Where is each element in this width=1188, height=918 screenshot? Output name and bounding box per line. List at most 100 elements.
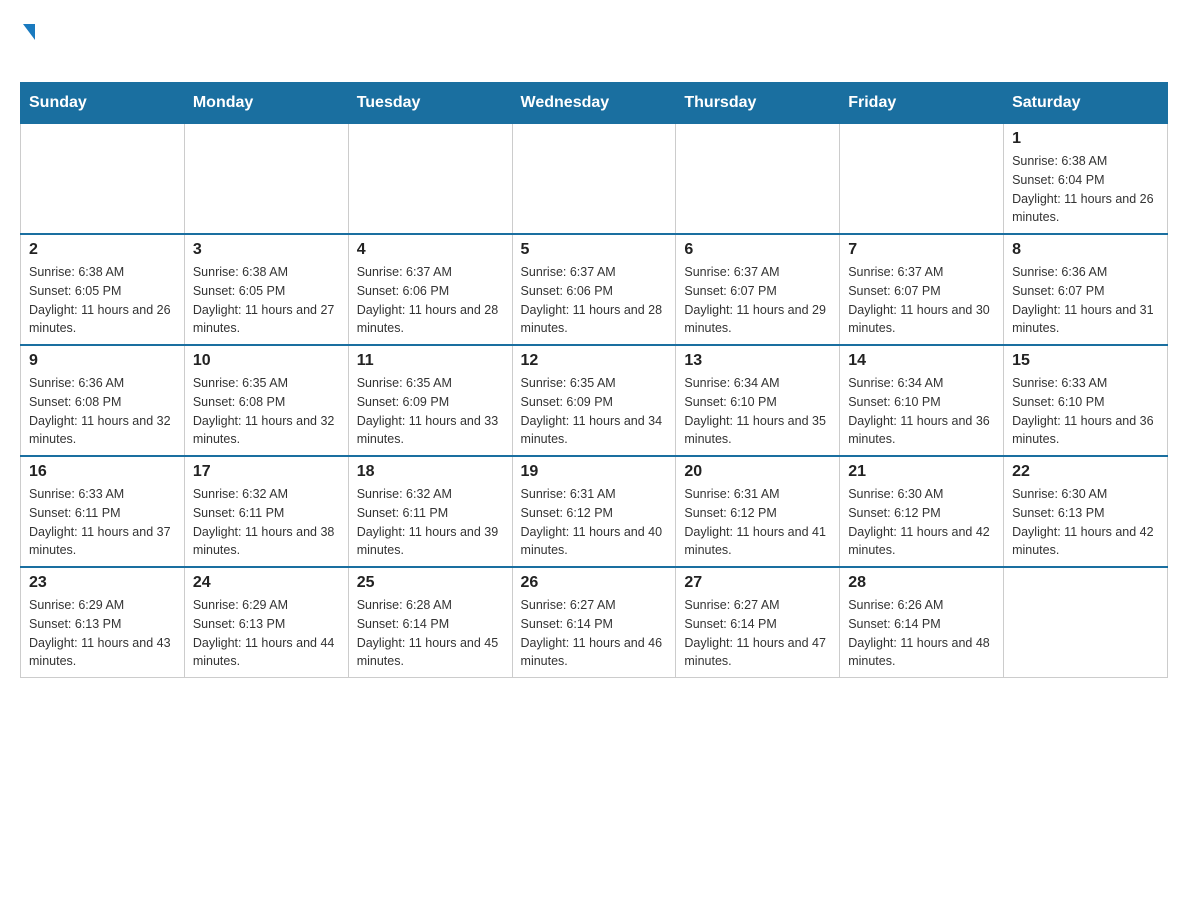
logo-arrow-icon xyxy=(23,24,35,40)
day-number: 3 xyxy=(193,241,340,259)
calendar-cell: 27Sunrise: 6:27 AMSunset: 6:14 PMDayligh… xyxy=(676,567,840,678)
weekday-header-saturday: Saturday xyxy=(1004,83,1168,123)
day-number: 2 xyxy=(29,241,176,259)
weekday-header-row: SundayMondayTuesdayWednesdayThursdayFrid… xyxy=(21,83,1168,123)
day-info: Sunrise: 6:32 AMSunset: 6:11 PMDaylight:… xyxy=(357,485,504,560)
day-number: 1 xyxy=(1012,130,1159,148)
calendar-cell: 22 Sunrise: 6:30 AMSunset: 6:13 PMDayligh… xyxy=(1004,456,1168,567)
day-number: 25 xyxy=(357,574,504,592)
calendar-week-row: 9 Sunrise: 6:36 AMSunset: 6:08 PMDaylight… xyxy=(21,345,1168,456)
calendar-cell: 19 Sunrise: 6:31 AMSunset: 6:12 PMDayligh… xyxy=(512,456,676,567)
day-number: 4 xyxy=(357,241,504,259)
calendar-cell: 14 Sunrise: 6:34 AMSunset: 6:10 PMDayligh… xyxy=(840,345,1004,456)
calendar-cell: 6 Sunrise: 6:37 AMSunset: 6:07 PMDaylight… xyxy=(676,234,840,345)
calendar-cell: 2 Sunrise: 6:38 AMSunset: 6:05 PMDaylight… xyxy=(21,234,185,345)
day-info: Sunrise: 6:30 AMSunset: 6:12 PMDaylight:… xyxy=(848,485,995,560)
calendar-week-row: 16 Sunrise: 6:33 AMSunset: 6:11 PMDayligh… xyxy=(21,456,1168,567)
calendar-cell: 21Sunrise: 6:30 AMSunset: 6:12 PMDayligh… xyxy=(840,456,1004,567)
calendar-cell: 23 Sunrise: 6:29 AMSunset: 6:13 PMDayligh… xyxy=(21,567,185,678)
day-info: Sunrise: 6:38 AMSunset: 6:05 PMDaylight:… xyxy=(193,263,340,338)
day-number: 28 xyxy=(848,574,995,592)
calendar-cell: 15 Sunrise: 6:33 AMSunset: 6:10 PMDayligh… xyxy=(1004,345,1168,456)
day-info: Sunrise: 6:34 AMSunset: 6:10 PMDaylight:… xyxy=(848,374,995,449)
day-info: Sunrise: 6:29 AMSunset: 6:13 PMDaylight:… xyxy=(29,596,176,671)
day-number: 22 xyxy=(1012,463,1159,481)
day-info: Sunrise: 6:35 AMSunset: 6:09 PMDaylight:… xyxy=(521,374,668,449)
calendar-cell xyxy=(348,123,512,234)
day-info: Sunrise: 6:38 AMSunset: 6:05 PMDaylight:… xyxy=(29,263,176,338)
day-number: 14 xyxy=(848,352,995,370)
day-info: Sunrise: 6:33 AMSunset: 6:11 PMDaylight:… xyxy=(29,485,176,560)
day-info: Sunrise: 6:33 AMSunset: 6:10 PMDaylight:… xyxy=(1012,374,1159,449)
day-info: Sunrise: 6:35 AMSunset: 6:08 PMDaylight:… xyxy=(193,374,340,449)
calendar-cell: 25 Sunrise: 6:28 AMSunset: 6:14 PMDayligh… xyxy=(348,567,512,678)
calendar-cell: 9 Sunrise: 6:36 AMSunset: 6:08 PMDaylight… xyxy=(21,345,185,456)
day-number: 16 xyxy=(29,463,176,481)
day-info: Sunrise: 6:28 AMSunset: 6:14 PMDaylight:… xyxy=(357,596,504,671)
calendar-cell: 7Sunrise: 6:37 AMSunset: 6:07 PMDaylight… xyxy=(840,234,1004,345)
day-info: Sunrise: 6:37 AMSunset: 6:06 PMDaylight:… xyxy=(357,263,504,338)
day-info: Sunrise: 6:36 AMSunset: 6:07 PMDaylight:… xyxy=(1012,263,1159,338)
day-number: 12 xyxy=(521,352,668,370)
day-info: Sunrise: 6:27 AMSunset: 6:14 PMDaylight:… xyxy=(521,596,668,671)
day-number: 24 xyxy=(193,574,340,592)
calendar-week-row: 23 Sunrise: 6:29 AMSunset: 6:13 PMDayligh… xyxy=(21,567,1168,678)
calendar-table: SundayMondayTuesdayWednesdayThursdayFrid… xyxy=(20,82,1168,678)
day-number: 8 xyxy=(1012,241,1159,259)
calendar-cell: 28 Sunrise: 6:26 AMSunset: 6:14 PMDayligh… xyxy=(840,567,1004,678)
calendar-cell xyxy=(1004,567,1168,678)
day-number: 5 xyxy=(521,241,668,259)
weekday-header-thursday: Thursday xyxy=(676,83,840,123)
weekday-header-sunday: Sunday xyxy=(21,83,185,123)
calendar-cell: 4 Sunrise: 6:37 AMSunset: 6:06 PMDaylight… xyxy=(348,234,512,345)
weekday-header-monday: Monday xyxy=(184,83,348,123)
calendar-cell: 13 Sunrise: 6:34 AMSunset: 6:10 PMDayligh… xyxy=(676,345,840,456)
day-number: 10 xyxy=(193,352,340,370)
day-info: Sunrise: 6:37 AMSunset: 6:07 PMDaylight:… xyxy=(684,263,831,338)
day-info: Sunrise: 6:38 AMSunset: 6:04 PMDaylight:… xyxy=(1012,152,1159,227)
calendar-cell: 20 Sunrise: 6:31 AMSunset: 6:12 PMDayligh… xyxy=(676,456,840,567)
calendar-cell xyxy=(840,123,1004,234)
day-info: Sunrise: 6:30 AMSunset: 6:13 PMDaylight:… xyxy=(1012,485,1159,560)
day-number: 19 xyxy=(521,463,668,481)
page-header xyxy=(20,20,1168,72)
day-number: 26 xyxy=(521,574,668,592)
day-info: Sunrise: 6:27 AMSunset: 6:14 PMDaylight:… xyxy=(684,596,831,671)
calendar-cell xyxy=(512,123,676,234)
calendar-cell xyxy=(21,123,185,234)
calendar-cell xyxy=(184,123,348,234)
day-number: 18 xyxy=(357,463,504,481)
day-info: Sunrise: 6:26 AMSunset: 6:14 PMDaylight:… xyxy=(848,596,995,671)
day-info: Sunrise: 6:31 AMSunset: 6:12 PMDaylight:… xyxy=(684,485,831,560)
calendar-cell: 24 Sunrise: 6:29 AMSunset: 6:13 PMDayligh… xyxy=(184,567,348,678)
day-number: 20 xyxy=(684,463,831,481)
calendar-cell: 17Sunrise: 6:32 AMSunset: 6:11 PMDayligh… xyxy=(184,456,348,567)
day-info: Sunrise: 6:37 AMSunset: 6:06 PMDaylight:… xyxy=(521,263,668,338)
day-info: Sunrise: 6:32 AMSunset: 6:11 PMDaylight:… xyxy=(193,485,340,560)
day-info: Sunrise: 6:31 AMSunset: 6:12 PMDaylight:… xyxy=(521,485,668,560)
day-info: Sunrise: 6:35 AMSunset: 6:09 PMDaylight:… xyxy=(357,374,504,449)
day-info: Sunrise: 6:34 AMSunset: 6:10 PMDaylight:… xyxy=(684,374,831,449)
weekday-header-tuesday: Tuesday xyxy=(348,83,512,123)
day-number: 23 xyxy=(29,574,176,592)
day-number: 6 xyxy=(684,241,831,259)
day-number: 15 xyxy=(1012,352,1159,370)
day-info: Sunrise: 6:36 AMSunset: 6:08 PMDaylight:… xyxy=(29,374,176,449)
day-number: 9 xyxy=(29,352,176,370)
day-info: Sunrise: 6:37 AMSunset: 6:07 PMDaylight:… xyxy=(848,263,995,338)
day-info: Sunrise: 6:29 AMSunset: 6:13 PMDaylight:… xyxy=(193,596,340,671)
weekday-header-wednesday: Wednesday xyxy=(512,83,676,123)
logo xyxy=(20,20,35,72)
calendar-cell xyxy=(676,123,840,234)
calendar-week-row: 1 Sunrise: 6:38 AMSunset: 6:04 PMDaylight… xyxy=(21,123,1168,234)
calendar-cell: 18 Sunrise: 6:32 AMSunset: 6:11 PMDayligh… xyxy=(348,456,512,567)
weekday-header-friday: Friday xyxy=(840,83,1004,123)
day-number: 11 xyxy=(357,352,504,370)
calendar-week-row: 2 Sunrise: 6:38 AMSunset: 6:05 PMDaylight… xyxy=(21,234,1168,345)
calendar-cell: 26 Sunrise: 6:27 AMSunset: 6:14 PMDayligh… xyxy=(512,567,676,678)
day-number: 13 xyxy=(684,352,831,370)
calendar-cell: 8 Sunrise: 6:36 AMSunset: 6:07 PMDaylight… xyxy=(1004,234,1168,345)
calendar-cell: 16 Sunrise: 6:33 AMSunset: 6:11 PMDayligh… xyxy=(21,456,185,567)
calendar-cell: 12 Sunrise: 6:35 AMSunset: 6:09 PMDayligh… xyxy=(512,345,676,456)
calendar-cell: 11 Sunrise: 6:35 AMSunset: 6:09 PMDayligh… xyxy=(348,345,512,456)
